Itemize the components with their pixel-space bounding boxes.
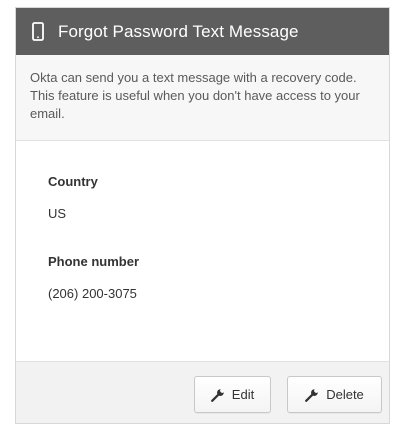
phone-number-field: Phone number (206) 200-3075 [48,253,357,303]
card-title: Forgot Password Text Message [58,21,299,41]
card-header: Forgot Password Text Message [16,8,389,55]
phone-number-label: Phone number [48,254,140,269]
delete-button[interactable]: Delete [287,376,382,413]
card-description: Okta can send you a text message with a … [16,55,389,141]
country-value: US [48,206,67,221]
forgot-password-sms-card: Forgot Password Text Message Okta can se… [15,7,390,424]
wrench-icon [210,388,225,402]
wrench-icon [305,388,319,402]
country-label: Country [48,174,98,189]
card-body: Country US Phone number (206) 200-3075 [16,141,389,362]
phone-number-value: (206) 200-3075 [48,286,137,301]
card-footer: Edit Delete [16,361,389,423]
country-field: Country US [48,173,357,223]
edit-button[interactable]: Edit [194,376,271,413]
delete-button-label: Delete [326,387,364,402]
mobile-phone-icon [32,22,44,41]
edit-button-label: Edit [231,387,255,402]
